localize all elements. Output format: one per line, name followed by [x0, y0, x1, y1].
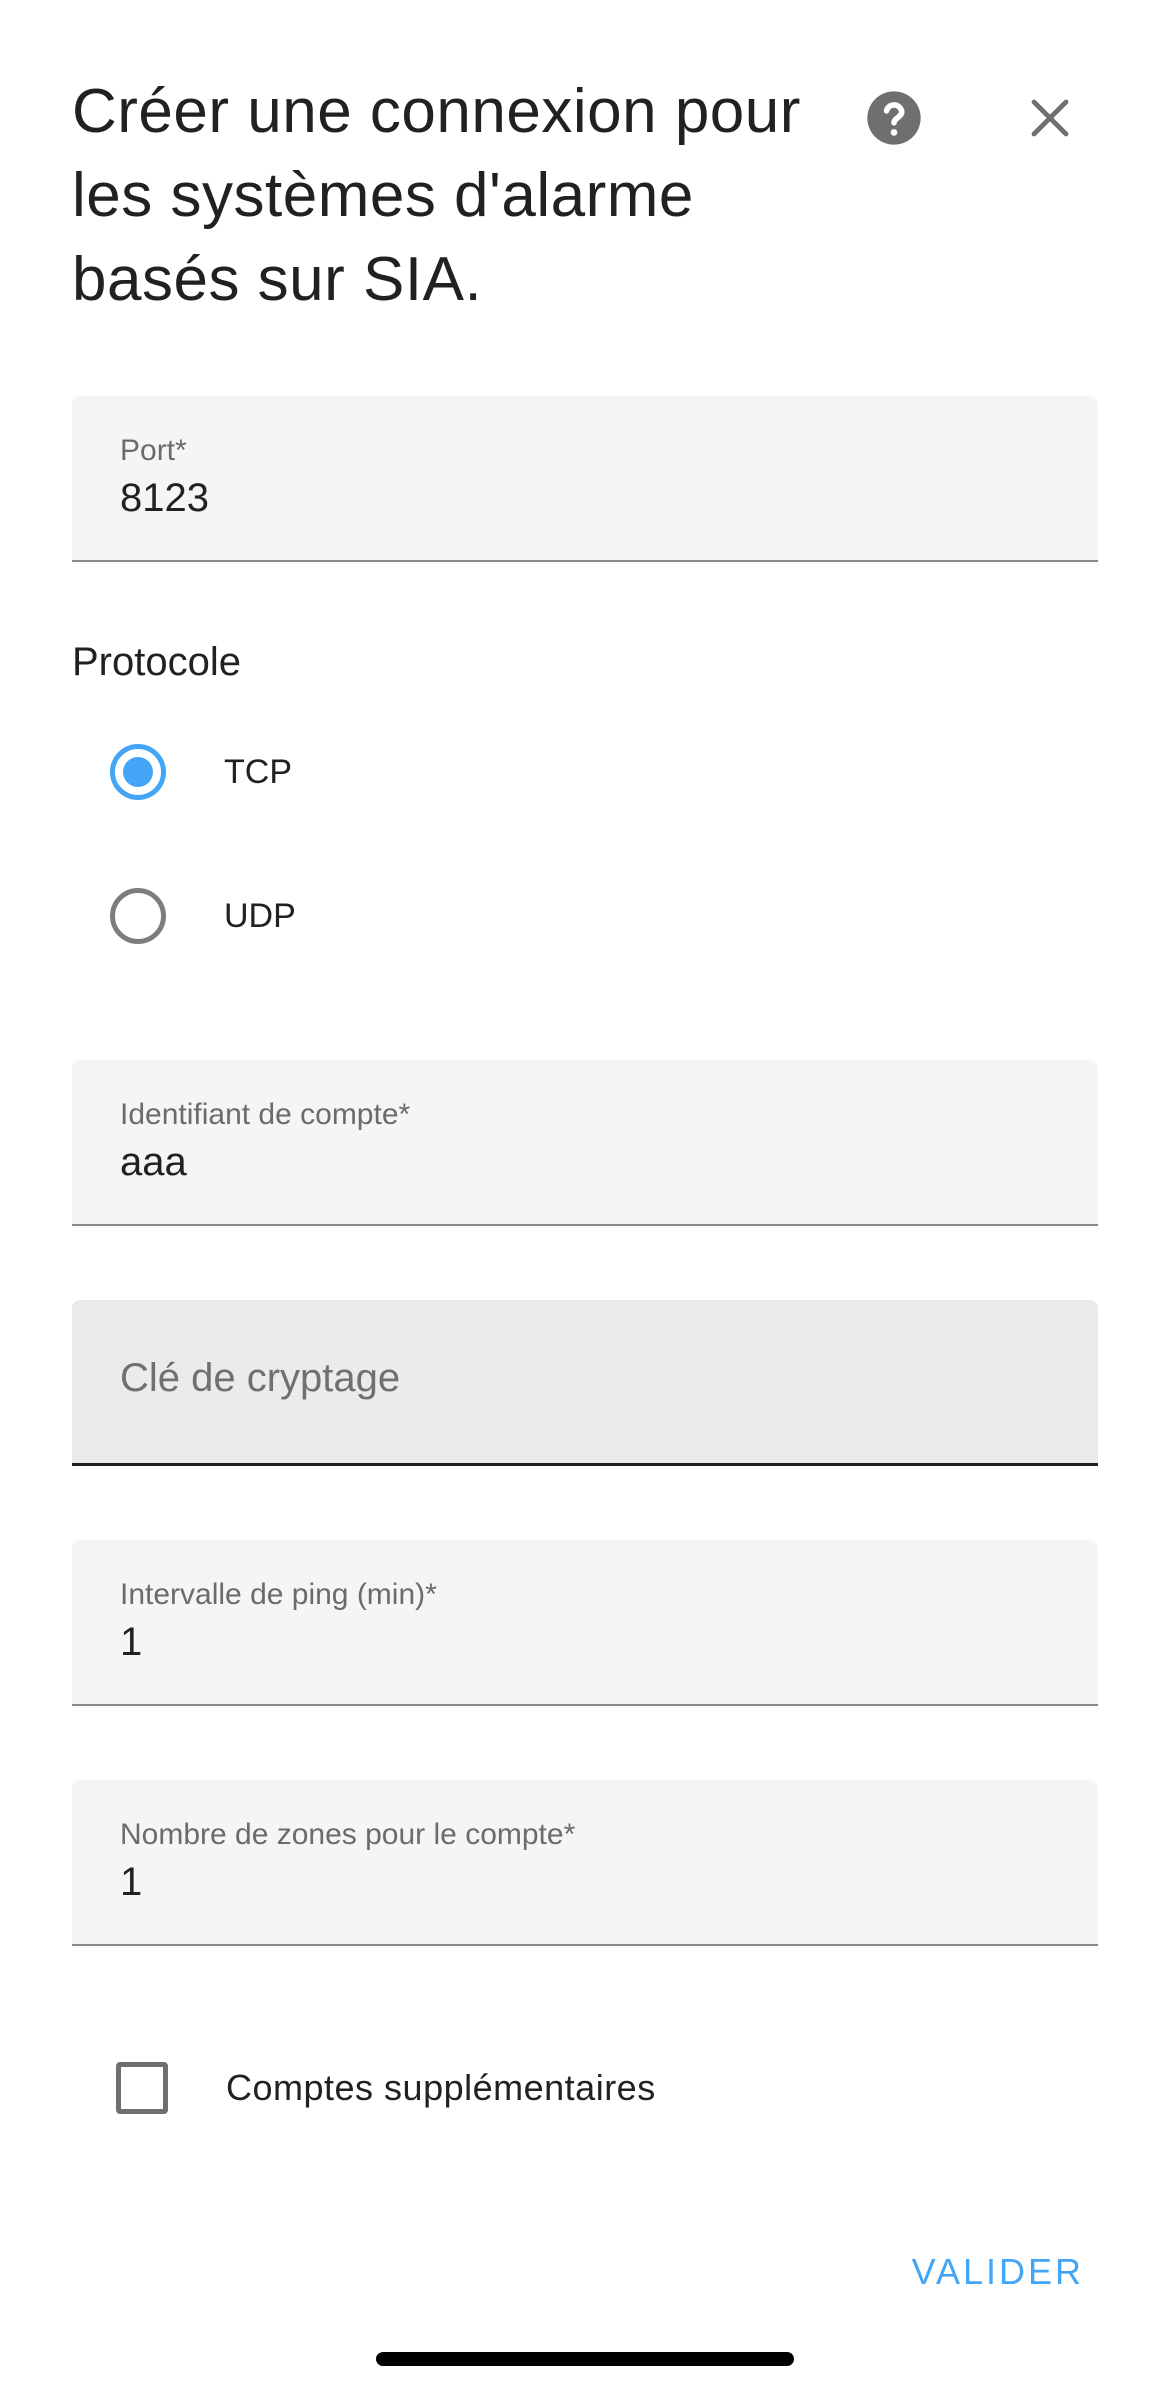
account-id-label: Identifiant de compte* [120, 1098, 411, 1131]
encryption-key-field[interactable]: Clé de cryptage [72, 1300, 1098, 1466]
udp-radio[interactable] [110, 888, 166, 944]
dialog-title: Créer une connexion pour les systèmes d'… [72, 77, 801, 314]
tcp-radio[interactable] [110, 744, 166, 800]
zones-input[interactable] [120, 1860, 1020, 1905]
submit-button[interactable]: VALIDER [906, 2250, 1090, 2294]
port-label: Port* [120, 434, 187, 467]
ping-interval-field[interactable]: Intervalle de ping (min)* [72, 1540, 1098, 1706]
protocol-option-udp[interactable]: UDP [110, 881, 296, 951]
tcp-label: TCP [224, 752, 292, 791]
protocol-option-tcp[interactable]: TCP [110, 737, 292, 807]
additional-accounts-option[interactable]: Comptes supplémentaires [116, 2062, 656, 2114]
port-field[interactable]: Port* [72, 396, 1098, 562]
ping-interval-label: Intervalle de ping (min)* [120, 1578, 437, 1611]
account-id-field[interactable]: Identifiant de compte* [72, 1060, 1098, 1226]
home-indicator[interactable] [376, 2352, 794, 2366]
account-id-input[interactable] [120, 1140, 1020, 1185]
additional-accounts-label: Comptes supplémentaires [226, 2067, 656, 2108]
close-button[interactable] [1010, 78, 1090, 158]
close-icon [1031, 99, 1069, 137]
zones-label: Nombre de zones pour le compte* [120, 1818, 576, 1851]
encryption-key-placeholder: Clé de cryptage [120, 1356, 401, 1400]
additional-accounts-checkbox[interactable] [116, 2062, 168, 2114]
help-circle-icon [867, 91, 921, 145]
port-input[interactable] [120, 476, 1020, 521]
help-button[interactable] [854, 78, 934, 158]
zones-field[interactable]: Nombre de zones pour le compte* [72, 1780, 1098, 1946]
protocol-label: Protocole [72, 640, 241, 684]
udp-label: UDP [224, 896, 296, 935]
ping-interval-input[interactable] [120, 1620, 1020, 1665]
